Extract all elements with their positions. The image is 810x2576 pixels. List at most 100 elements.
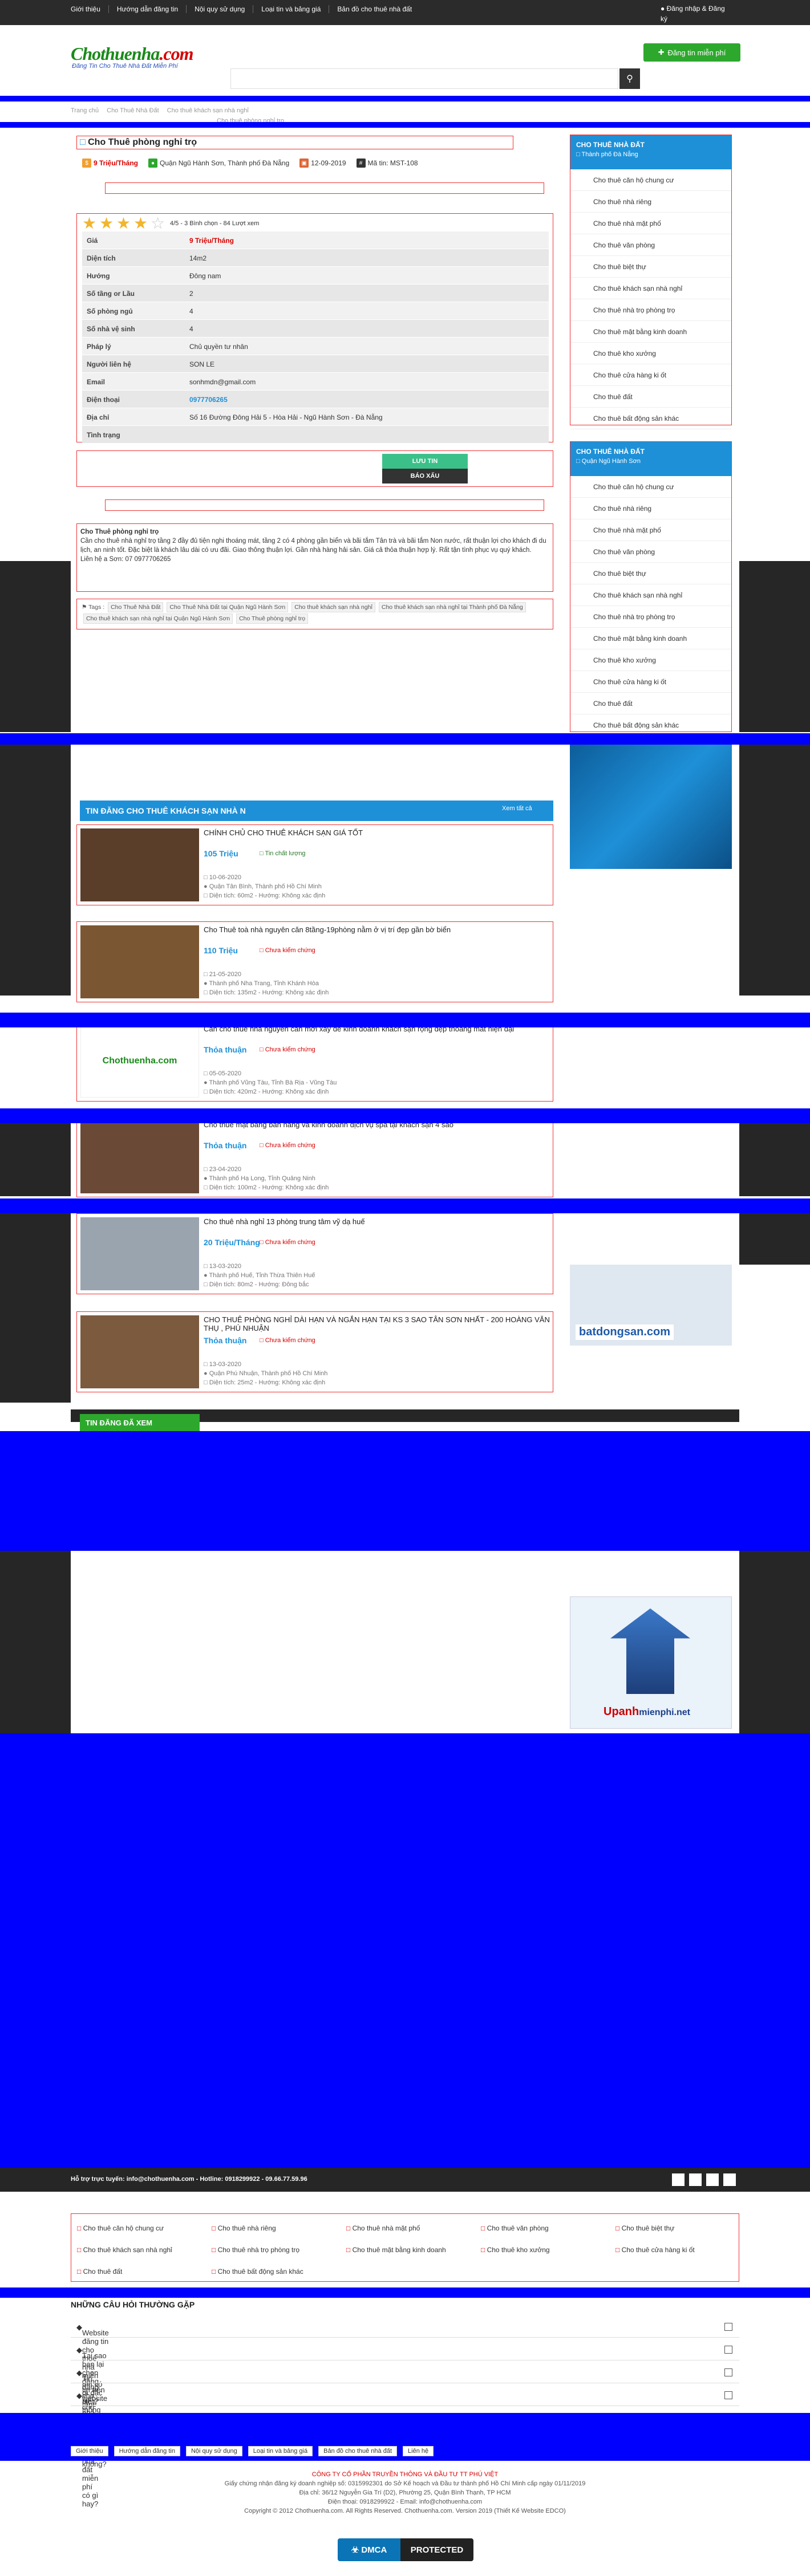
footer-link[interactable]: □ Cho thuê nhà riêng [212, 2224, 276, 2232]
report-button[interactable]: BÁO XẤU [382, 469, 468, 483]
bottom-nav-item[interactable]: Nội quy sử dụng [185, 2446, 242, 2456]
sidebar-item[interactable]: Cho thuê văn phòng [570, 541, 731, 563]
sidebar-item[interactable]: Cho thuê nhà mặt phố [570, 213, 731, 234]
sidebar-item[interactable]: Cho thuê nhà trọ phòng trọ [570, 299, 731, 321]
bottom-nav-item[interactable]: Hướng dẫn đăng tin [114, 2446, 180, 2456]
sidebar-item[interactable]: Cho thuê khách sạn nhà nghỉ [570, 278, 731, 299]
sidebar-item[interactable]: Cho thuê khách sạn nhà nghỉ [570, 584, 731, 606]
footer-link[interactable]: □ Cho thuê nhà mặt phố [346, 2224, 420, 2232]
listing-title[interactable]: Cho Thuê toà nhà nguyên căn 8tầng-19phòn… [204, 925, 451, 934]
detail-value[interactable]: sonhmdn@gmail.com [185, 373, 260, 390]
sidebar-item[interactable]: Cho thuê nhà mặt phố [570, 519, 731, 541]
listing-title[interactable]: CHÍNH CHỦ CHO THUÊ KHÁCH SẠN GIÁ TỐT [204, 828, 363, 837]
sidebar-item[interactable]: Cho thuê biệt thự [570, 256, 731, 278]
top-nav-item[interactable]: Hướng dẫn đăng tin [109, 5, 187, 13]
detail-value[interactable]: 0977706265 [185, 391, 232, 408]
sidebar-item[interactable]: Cho thuê nhà riêng [570, 498, 731, 519]
footer-link[interactable]: □ Cho thuê nhà trọ phòng trọ [212, 2246, 299, 2254]
listing-thumbnail[interactable]: Chothuenha.com [80, 1025, 199, 1098]
bottom-nav-item[interactable]: Liên hệ [403, 2446, 434, 2456]
related-listing[interactable]: Cho thuê nhà nghỉ 13 phòng trung tâm vỹ … [76, 1213, 553, 1294]
sidebar-item[interactable]: Cho thuê biệt thự [570, 563, 731, 584]
listing-thumbnail[interactable] [80, 1315, 199, 1388]
sidebar-item[interactable]: Cho thuê kho xưởng [570, 649, 731, 671]
footer-link[interactable]: □ Cho thuê biệt thự [615, 2224, 674, 2232]
footer-link[interactable]: □ Cho thuê mặt bằng kinh doanh [346, 2246, 446, 2254]
listing-thumbnail[interactable] [80, 1120, 199, 1193]
facebook-icon[interactable] [672, 2173, 685, 2186]
sidebar-item[interactable]: Cho thuê cửa hàng ki ốt [570, 364, 731, 386]
expand-icon[interactable] [724, 2323, 732, 2331]
breadcrumb-item[interactable]: Cho thuê khách sạn nhà nghỉ [167, 107, 249, 114]
faq-item[interactable]: ◆ Website đăng tin cho thuê nhà miễn phí… [71, 2317, 739, 2406]
tag-link[interactable]: Cho Thuê Nhà Đất [108, 602, 164, 612]
twitter-icon[interactable] [689, 2173, 702, 2186]
listing-thumbnail[interactable] [80, 1217, 199, 1290]
footer-link[interactable]: □ Cho thuê khách sạn nhà nghỉ [77, 2246, 172, 2254]
top-nav-item[interactable]: Nội quy sử dụng [187, 5, 254, 13]
search-input[interactable] [230, 68, 618, 89]
ad-banner-upanh[interactable]: Upanhmienphi.net [570, 1596, 732, 1729]
sidebar-item[interactable]: Cho thuê kho xưởng [570, 343, 731, 364]
tag-link[interactable]: Cho Thuê phòng nghỉ trọ [236, 613, 309, 624]
footer-link[interactable]: □ Cho thuê bất động sản khác [212, 2268, 303, 2276]
expand-icon[interactable] [724, 2391, 732, 2399]
footer-link[interactable]: □ Cho thuê đất [77, 2268, 122, 2276]
sidebar-item[interactable]: Cho thuê căn hộ chung cư [570, 169, 731, 191]
bottom-nav-item[interactable]: Bản đồ cho thuê nhà đất [318, 2446, 398, 2456]
breadcrumb-item[interactable]: Cho Thuê Nhà Đất [107, 107, 159, 114]
related-listing[interactable]: CHO THUÊ PHÒNG NGHỈ DÀI HẠN VÀ NGẮN HẠN … [76, 1311, 553, 1392]
sidebar-item[interactable]: Cho thuê mặt bằng kinh doanh [570, 628, 731, 649]
top-nav-item[interactable]: Bản đồ cho thuê nhà đất [329, 5, 420, 13]
listing-title[interactable]: Cho thuê nhà nghỉ 13 phòng trung tâm vỹ … [204, 1217, 365, 1226]
star-icon[interactable]: ★ [133, 216, 149, 231]
post-free-button[interactable]: ✚ Đăng tin miễn phí [643, 43, 740, 62]
bottom-nav-item[interactable]: Loại tin và bảng giá [248, 2446, 313, 2456]
footer-link[interactable]: □ Cho thuê văn phòng [481, 2224, 549, 2232]
related-listing[interactable]: CHÍNH CHỦ CHO THUÊ KHÁCH SẠN GIÁ TỐT 105 … [76, 824, 553, 905]
footer-link[interactable]: □ Cho thuê cửa hàng ki ốt [615, 2246, 695, 2254]
faq-item[interactable]: ◆ Tin đăng cho thuê nhà đất miễn phí có … [71, 2363, 739, 2468]
view-all-link[interactable]: Xem tất cả [502, 805, 532, 812]
sidebar-item[interactable]: Cho thuê căn hộ chung cư [570, 476, 731, 498]
related-listing[interactable]: Cho thuê mặt bằng bán hàng và kinh doanh… [76, 1116, 553, 1197]
tag-link[interactable]: Cho thuê khách sạn nhà nghỉ [291, 602, 375, 612]
sidebar-item[interactable]: Cho thuê bất động sản khác [570, 408, 731, 429]
site-logo[interactable]: Chothuenha.com [71, 43, 194, 64]
star-icon[interactable]: ★ [82, 216, 98, 231]
tag-link[interactable]: Cho thuê khách sạn nhà nghỉ tại Thành ph… [378, 602, 526, 612]
sidebar-item[interactable]: Cho thuê đất [570, 386, 731, 408]
google-icon[interactable] [723, 2173, 736, 2186]
expand-icon[interactable] [724, 2346, 732, 2354]
tag-link[interactable]: Cho Thuê Nhà Đất tại Quận Ngũ Hành Sơn [167, 602, 289, 612]
listing-thumbnail[interactable] [80, 828, 199, 901]
star-icon[interactable]: ★ [116, 216, 132, 231]
listing-thumbnail[interactable] [80, 925, 199, 998]
related-listing[interactable]: Chothuenha.com Cần cho thuê nhà nguyên că… [76, 1021, 553, 1102]
ad-banner-batdongsan[interactable]: batdongsan.com [570, 1265, 732, 1346]
listing-title[interactable]: CHO THUÊ PHÒNG NGHỈ DÀI HẠN VÀ NGẮN HẠN … [204, 1315, 553, 1332]
top-nav-item[interactable]: Giới thiệu [71, 5, 109, 13]
star-icon[interactable]: ★ [99, 216, 115, 231]
footer-link[interactable]: □ Cho thuê căn hộ chung cư [77, 2224, 164, 2232]
sidebar-item[interactable]: Cho thuê cửa hàng ki ốt [570, 671, 731, 693]
bottom-nav-item[interactable]: Giới thiệu [71, 2446, 108, 2456]
sidebar-item[interactable]: Cho thuê đất [570, 693, 731, 714]
search-button[interactable]: ⚲ [619, 68, 640, 89]
footer-link[interactable]: □ Cho thuê kho xưởng [481, 2246, 550, 2254]
login-link[interactable]: ● Đăng nhập & Đăng ký [661, 3, 729, 24]
sidebar-item[interactable]: Cho thuê mặt bằng kinh doanh [570, 321, 731, 343]
faq-item[interactable]: ◆ Tại sao bạn lại chọn đăng tin trên web… [71, 2340, 739, 2445]
related-listing[interactable]: Cho Thuê toà nhà nguyên căn 8tầng-19phòn… [76, 921, 553, 1002]
breadcrumb-item[interactable]: Trang chủ [71, 107, 99, 114]
top-nav-item[interactable]: Loại tin và bảng giá [253, 5, 330, 13]
dmca-badge[interactable]: ☣ DMCA PROTECTED [338, 2538, 473, 2561]
youtube-icon[interactable] [706, 2173, 719, 2186]
sidebar-item[interactable]: Cho thuê nhà trọ phòng trọ [570, 606, 731, 628]
save-listing-button[interactable]: LƯU TIN [382, 454, 468, 469]
expand-icon[interactable] [724, 2368, 732, 2376]
faq-item[interactable]: ◆ Hệ thống bản đồ tin đăng cho thuê nhà … [71, 2386, 739, 2508]
sidebar-item[interactable]: Cho thuê văn phòng [570, 234, 731, 256]
tag-link[interactable]: Cho thuê khách sạn nhà nghỉ tại Quận Ngũ… [83, 613, 233, 624]
star-icon[interactable]: ☆ [151, 216, 167, 231]
